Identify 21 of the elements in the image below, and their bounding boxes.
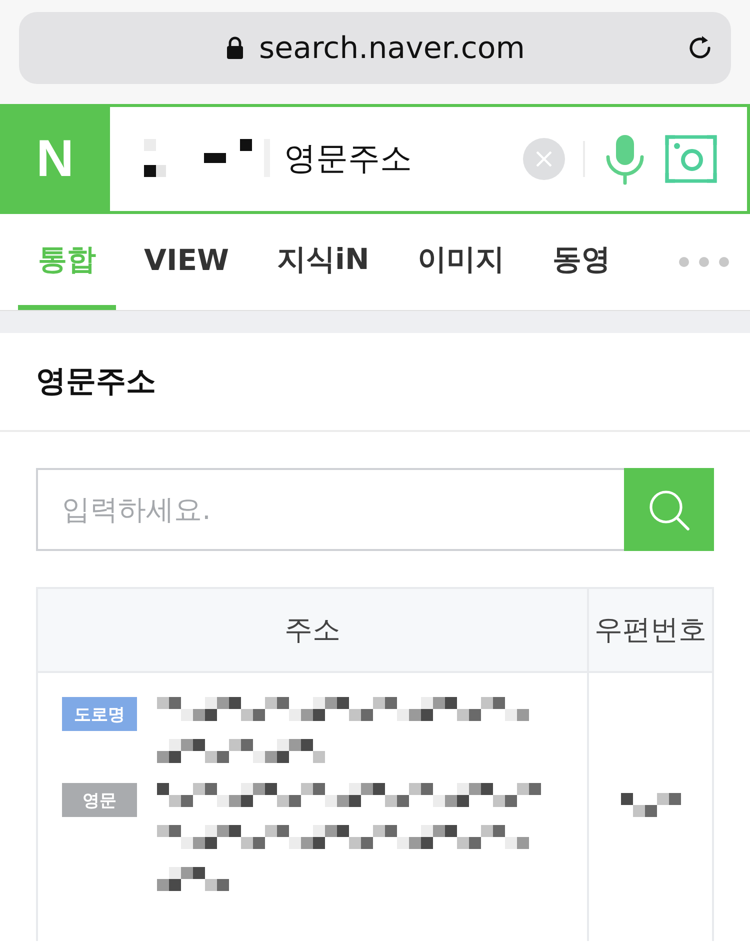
address-type-tag: 도로명 xyxy=(62,697,137,731)
search-button[interactable] xyxy=(624,468,714,551)
lock-icon xyxy=(225,36,245,60)
url-text: search.naver.com xyxy=(259,30,525,66)
redacted-text-drawing xyxy=(157,867,229,891)
tab[interactable]: VIEW xyxy=(124,214,250,310)
redacted-text-drawing xyxy=(620,793,680,817)
column-header: 주소 xyxy=(37,588,588,672)
address-input[interactable]: 입력하세요. xyxy=(36,468,624,551)
tab[interactable]: 이미지 xyxy=(397,214,524,310)
camera-lens-icon[interactable] xyxy=(665,135,717,183)
address-bar[interactable]: search.naver.com xyxy=(19,12,731,84)
more-icon[interactable] xyxy=(678,256,730,268)
column-header: 우편번호 xyxy=(588,588,713,672)
query-text: 영문주소 xyxy=(284,138,412,179)
search-field[interactable]: 영문주소 xyxy=(110,107,747,211)
address-type-tag: 영문 xyxy=(62,783,137,817)
tab[interactable]: 동영 xyxy=(532,214,630,310)
clear-icon[interactable] xyxy=(523,138,565,180)
tab[interactable]: 지식iN xyxy=(257,214,390,310)
section-title: 영문주소 xyxy=(0,333,750,432)
